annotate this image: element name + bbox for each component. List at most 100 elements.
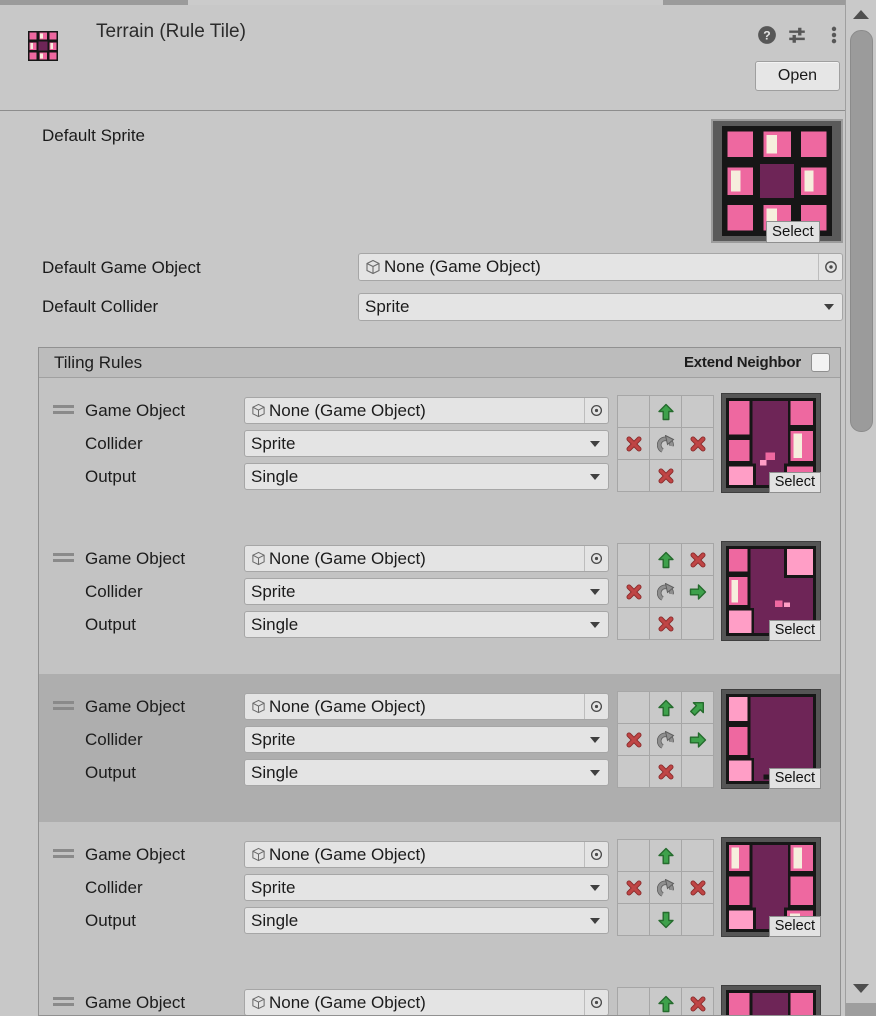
default-game-object-field[interactable]: None (Game Object): [358, 253, 843, 281]
neighbor-cell[interactable]: [618, 544, 649, 575]
rule-game-object-field[interactable]: None (Game Object): [244, 545, 609, 572]
neighbor-cell[interactable]: [618, 692, 649, 723]
object-picker-icon[interactable]: [818, 254, 842, 280]
dropdown-value: Single: [251, 911, 590, 931]
select-button[interactable]: Select: [769, 620, 821, 641]
neighbor-cell[interactable]: [650, 756, 681, 787]
rule-collider-dropdown[interactable]: Sprite: [244, 726, 609, 753]
neighbor-cell[interactable]: [618, 872, 649, 903]
drag-handle[interactable]: [53, 405, 74, 414]
neighbor-cell[interactable]: [618, 904, 649, 935]
neighbor-rule-grid: [617, 543, 714, 640]
select-button[interactable]: Select: [766, 221, 820, 243]
neighbor-cell[interactable]: [650, 840, 681, 871]
neighbor-cell[interactable]: [650, 576, 681, 607]
neighbor-cell[interactable]: [682, 396, 713, 427]
neighbor-cell[interactable]: [618, 460, 649, 491]
neighbor-cell[interactable]: [682, 872, 713, 903]
extend-neighbor-label: Extend Neighbor: [684, 354, 801, 371]
presets-icon[interactable]: [787, 25, 807, 45]
scroll-up-button[interactable]: [846, 2, 876, 26]
rule-sprite-preview[interactable]: Select: [721, 393, 821, 493]
rule-sprite-preview[interactable]: Select: [721, 985, 821, 1016]
drag-handle[interactable]: [53, 701, 74, 710]
drag-handle[interactable]: [53, 997, 74, 1006]
rule-sprite-preview[interactable]: Select: [721, 837, 821, 937]
neighbor-cell[interactable]: [650, 396, 681, 427]
neighbor-cell[interactable]: [682, 692, 713, 723]
select-button[interactable]: Select: [769, 768, 821, 789]
neighbor-cell[interactable]: [618, 988, 649, 1016]
rule-sprite-preview[interactable]: Select: [721, 541, 821, 641]
neighbor-cell[interactable]: [682, 576, 713, 607]
rule-sprite-preview[interactable]: Select: [721, 689, 821, 789]
neighbor-cell[interactable]: [682, 724, 713, 755]
tiling-rule-row[interactable]: Game Object Collider Output None (Game O…: [39, 822, 840, 970]
rule-game-object-field[interactable]: None (Game Object): [244, 397, 609, 424]
default-collider-dropdown[interactable]: Sprite: [358, 293, 843, 321]
neighbor-cell[interactable]: [650, 544, 681, 575]
scroll-down-button[interactable]: [846, 976, 876, 1000]
open-button[interactable]: Open: [755, 61, 840, 91]
tiling-rules-title: Tiling Rules: [54, 353, 684, 373]
rule-game-object-field[interactable]: None (Game Object): [244, 841, 609, 868]
default-sprite-label: Default Sprite: [42, 126, 145, 146]
tiling-rule-row[interactable]: Game Object Collider Output None (Game O…: [39, 970, 840, 1016]
cube-icon: [365, 259, 381, 275]
neighbor-cell[interactable]: [618, 396, 649, 427]
neighbor-cell[interactable]: [682, 544, 713, 575]
neighbor-cell[interactable]: [682, 460, 713, 491]
neighbor-cell[interactable]: [618, 428, 649, 459]
help-icon[interactable]: ?: [757, 25, 777, 45]
rule-output-dropdown[interactable]: Single: [244, 759, 609, 786]
neighbor-cell[interactable]: [618, 840, 649, 871]
select-button[interactable]: Select: [769, 472, 821, 493]
rotate-icon: [657, 583, 675, 601]
drag-handle[interactable]: [53, 553, 74, 562]
green-arrow-up-right-icon: [685, 695, 710, 720]
neighbor-cell[interactable]: [618, 724, 649, 755]
extend-neighbor-checkbox[interactable]: [811, 353, 830, 372]
neighbor-cell[interactable]: [650, 428, 681, 459]
rule-collider-dropdown[interactable]: Sprite: [244, 874, 609, 901]
neighbor-cell[interactable]: [682, 988, 713, 1016]
scroll-thumb[interactable]: [850, 30, 873, 432]
tiling-rule-row[interactable]: Game Object Collider Output None (Game O…: [39, 674, 840, 822]
rule-collider-dropdown[interactable]: Sprite: [244, 430, 609, 457]
neighbor-rule-grid: [617, 839, 714, 936]
tiling-rule-row[interactable]: Game Object Collider Output None (Game O…: [39, 526, 840, 674]
rule-output-dropdown[interactable]: Single: [244, 611, 609, 638]
neighbor-cell[interactable]: [682, 608, 713, 639]
rule-game-object-field[interactable]: None (Game Object): [244, 989, 609, 1016]
kebab-menu-icon[interactable]: [824, 25, 844, 45]
neighbor-cell[interactable]: [682, 428, 713, 459]
object-picker-icon[interactable]: [584, 546, 608, 571]
neighbor-cell[interactable]: [650, 988, 681, 1016]
neighbor-cell[interactable]: [682, 904, 713, 935]
neighbor-cell[interactable]: [618, 756, 649, 787]
rule-output-dropdown[interactable]: Single: [244, 463, 609, 490]
neighbor-cell[interactable]: [682, 756, 713, 787]
neighbor-cell[interactable]: [682, 840, 713, 871]
scrollbar-corner: [846, 1003, 876, 1016]
neighbor-cell[interactable]: [650, 692, 681, 723]
object-picker-icon[interactable]: [584, 694, 608, 719]
rule-game-object-field[interactable]: None (Game Object): [244, 693, 609, 720]
select-button[interactable]: Select: [769, 916, 821, 937]
drag-handle[interactable]: [53, 849, 74, 858]
object-picker-icon[interactable]: [584, 990, 608, 1015]
neighbor-cell[interactable]: [650, 460, 681, 491]
neighbor-cell[interactable]: [650, 724, 681, 755]
tiling-rule-row[interactable]: Game Object Collider Output None (Game O…: [39, 378, 840, 526]
scrollbar[interactable]: [845, 0, 876, 1016]
red-x-icon: [689, 435, 707, 453]
object-picker-icon[interactable]: [584, 842, 608, 867]
rule-collider-dropdown[interactable]: Sprite: [244, 578, 609, 605]
neighbor-cell[interactable]: [650, 904, 681, 935]
neighbor-cell[interactable]: [650, 872, 681, 903]
object-picker-icon[interactable]: [584, 398, 608, 423]
neighbor-cell[interactable]: [618, 576, 649, 607]
rule-output-dropdown[interactable]: Single: [244, 907, 609, 934]
neighbor-cell[interactable]: [618, 608, 649, 639]
neighbor-cell[interactable]: [650, 608, 681, 639]
